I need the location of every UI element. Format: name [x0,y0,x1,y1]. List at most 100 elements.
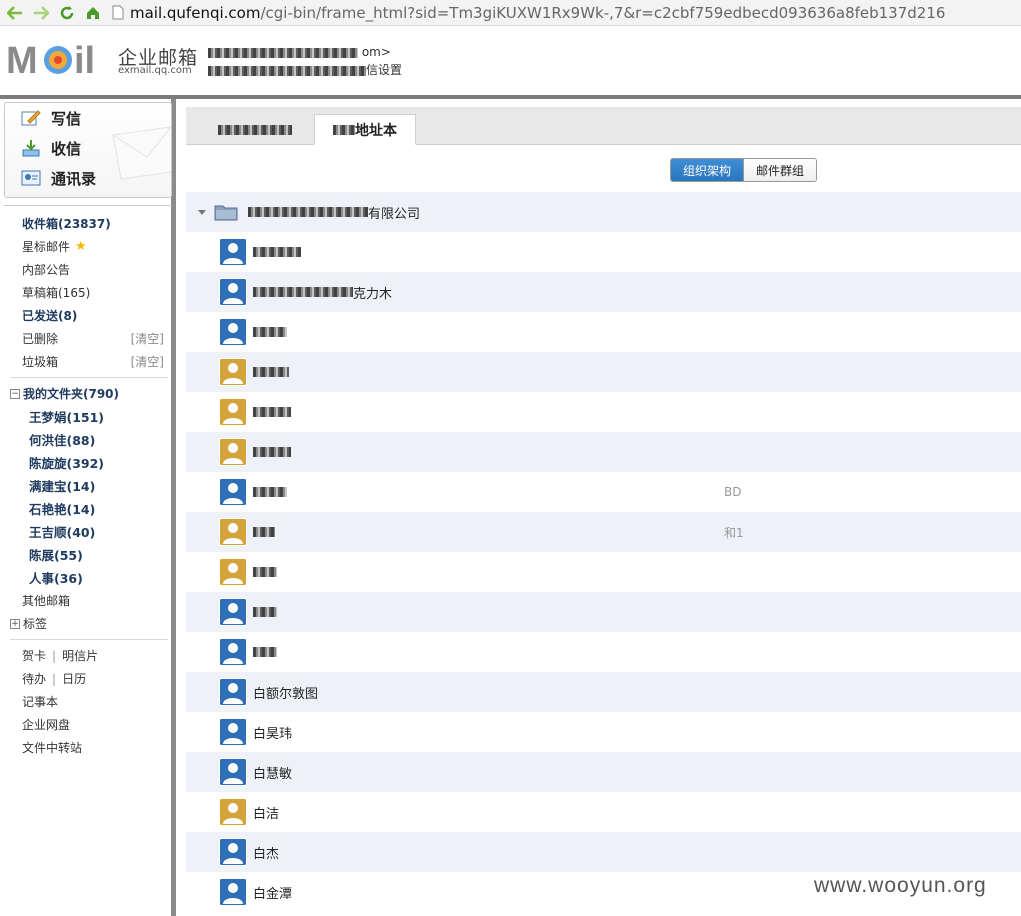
back-button[interactable] [4,2,26,24]
contact-name: 白慧敏 [253,766,293,782]
contacts-label: 通讯录 [51,169,97,188]
avatar-icon [219,478,247,506]
url-host: mail.qufenqi.com [130,3,261,22]
postcard-link[interactable]: 明信片 [62,647,98,664]
my-folders-toggle[interactable]: − 我的文件夹(790) [4,382,172,405]
card-link[interactable]: 贺卡 [22,647,46,664]
contact-row[interactable] [186,632,1021,672]
redacted-text [208,65,366,76]
avatar-icon [219,318,247,346]
contact-department: 和1 [724,525,744,540]
subfolder-item[interactable]: 陈展(55) [4,543,172,566]
redacted-text [253,247,301,257]
tags-toggle[interactable]: + 标签 [4,612,172,635]
home-button[interactable] [82,2,104,24]
avatar-icon [219,398,247,426]
subfolder-item[interactable]: 何洪佳(88) [4,428,172,451]
receive-label: 收信 [51,139,82,158]
contact-name: 克力木 [353,286,393,302]
expand-arrow-icon[interactable] [198,209,206,215]
org-name: 有限公司 [368,206,421,222]
avatar-icon [219,678,247,706]
todo-link[interactable]: 待办 [22,670,46,687]
tabs-bar: 地址本 [186,107,1021,145]
address-bar[interactable]: mail.qufenqi.com/cgi-bin/frame_html?sid=… [112,2,1021,24]
contact-row[interactable]: 白慧敏 [186,752,1021,792]
folder-sent[interactable]: 已发送(8) [4,304,172,327]
redacted-text [253,527,275,537]
notes-link[interactable]: 记事本 [4,690,172,713]
contact-row[interactable]: 白额尔敦图 [186,672,1021,712]
contact-name: 白杰 [253,846,280,862]
contact-row[interactable]: BD [186,472,1021,512]
settings-link[interactable]: 信设置 [366,63,402,77]
redacted-text [333,124,355,135]
org-node[interactable]: 有限公司 [186,192,1021,232]
subfolder-item[interactable]: 陈旋旋(392) [4,451,172,474]
avatar-icon [219,638,247,666]
contact-row[interactable]: 白昊玮 [186,712,1021,752]
subfolder-item[interactable]: 人事(36) [4,566,172,589]
reload-icon [60,5,74,19]
mail-header: M il 企业邮箱 exmail.qq.com om> 信设置 [0,27,1021,95]
folder-other-mailboxes[interactable]: 其他邮箱 [4,589,172,612]
contact-name: 白昊玮 [253,726,293,742]
mail-logo: M il [6,40,95,79]
contact-row[interactable] [186,592,1021,632]
folder-spam-label: 垃圾箱 [22,355,59,369]
disk-link[interactable]: 企业网盘 [4,713,172,736]
redacted-text [253,647,277,657]
collapse-icon[interactable]: − [10,388,20,399]
clear-spam-link[interactable]: [清空] [131,353,164,370]
divider [10,377,168,378]
view-org-button[interactable]: 组织架构 [671,159,744,181]
subfolder-item[interactable]: 满建宝(14) [4,474,172,497]
transfer-link[interactable]: 文件中转站 [4,736,172,759]
subfolder-item[interactable]: 石艳艳(14) [4,497,172,520]
view-groups-button[interactable]: 邮件群组 [743,159,817,181]
forward-button[interactable] [30,2,52,24]
folder-starred[interactable]: 星标邮件 ★ [4,235,172,258]
svg-text:il: il [74,40,95,79]
redacted-text [218,124,292,135]
calendar-link[interactable]: 日历 [62,670,86,687]
folder-inbox[interactable]: 收件箱(23837) [4,212,172,235]
contact-name: 白洁 [253,806,280,822]
folder-spam[interactable]: 垃圾箱 [清空] [4,350,172,373]
contact-row[interactable] [186,232,1021,272]
avatar-icon [219,438,247,466]
avatar-icon [219,598,247,626]
back-arrow-icon [7,5,22,20]
redacted-text [253,607,277,617]
subfolder-item[interactable]: 王梦娟(151) [4,405,172,428]
tab-company-address-book[interactable]: 地址本 [314,114,416,145]
brand-domain: exmail.qq.com [118,65,192,76]
contact-row[interactable]: 和1 [186,512,1021,552]
browser-toolbar: mail.qufenqi.com/cgi-bin/frame_html?sid=… [0,0,1021,26]
tab-personal-contacts[interactable] [200,114,310,145]
contact-row[interactable] [186,552,1021,592]
folder-deleted[interactable]: 已删除 [清空] [4,327,172,350]
folder-announcements[interactable]: 内部公告 [4,258,172,281]
folder-drafts[interactable]: 草稿箱(165) [4,281,172,304]
contact-row[interactable] [186,432,1021,472]
contact-row[interactable]: 白洁 [186,792,1021,832]
contact-row[interactable]: 克力木 [186,272,1021,312]
avatar-icon [219,358,247,386]
contact-row[interactable] [186,392,1021,432]
reload-button[interactable] [56,2,78,24]
contact-name: 白额尔敦图 [253,686,319,702]
expand-icon[interactable]: + [10,618,20,629]
watermark: www.wooyun.org [814,874,987,897]
tools-row: 待办 | 日历 [22,670,87,687]
avatar-icon [219,758,247,786]
contact-row[interactable] [186,352,1021,392]
avatar-icon [219,518,247,546]
contact-row[interactable] [186,312,1021,352]
avatar-icon [219,838,247,866]
tab-company-label: 地址本 [355,122,397,139]
account-suffix: om> [361,45,391,59]
clear-deleted-link[interactable]: [清空] [131,330,164,347]
contact-row[interactable]: 白杰 [186,832,1021,872]
subfolder-item[interactable]: 王吉顺(40) [4,520,172,543]
